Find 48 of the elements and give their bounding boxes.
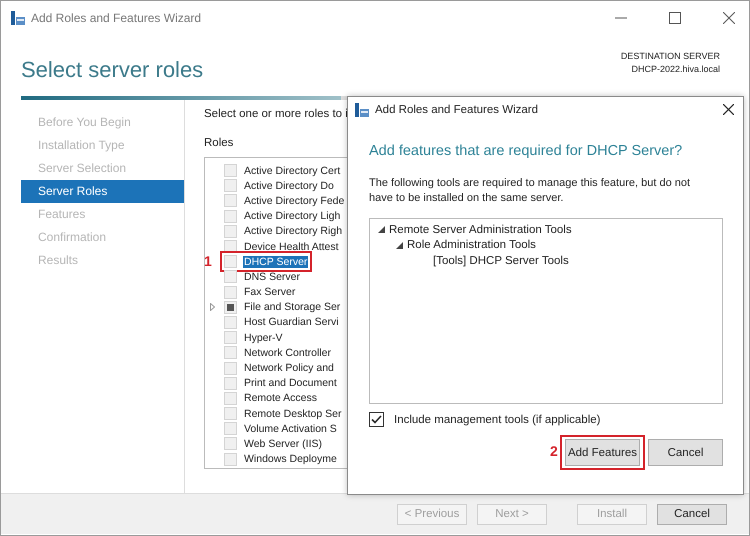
role-item[interactable]: Web Server (IIS) (243, 438, 323, 450)
expanded-icon[interactable] (378, 226, 385, 234)
checkbox[interactable] (369, 412, 384, 427)
server-wizard-icon (354, 102, 369, 116)
role-item[interactable]: Active Directory Fede (243, 194, 346, 207)
expanded-icon[interactable] (396, 242, 403, 249)
instruction-text: Select one or more roles to i (204, 108, 349, 120)
role-item[interactable]: Active Directory Righ (243, 225, 344, 238)
tree-item[interactable]: Role Administration Tools (407, 239, 536, 252)
role-item[interactable]: Active Directory Cert (243, 164, 342, 177)
dialog-button[interactable]: Cancel (648, 439, 723, 466)
expand-icon[interactable] (210, 303, 215, 312)
role-item[interactable]: DNS Server (243, 270, 302, 283)
role-item[interactable]: File and Storage Ser (243, 301, 342, 314)
dialog-button[interactable]: Add Features (565, 439, 640, 466)
server-wizard-icon (10, 11, 25, 25)
role-item[interactable]: Active Directory Do (243, 180, 335, 192)
step-number: 1 (204, 253, 212, 270)
role-item[interactable]: Active Directory Ligh (243, 210, 342, 222)
close-icon[interactable] (723, 12, 735, 24)
checkbox-label: Include management tools (if applicable) (394, 414, 600, 426)
role-item[interactable]: Volume Activation S (243, 422, 338, 435)
role-item[interactable]: Hyper-V (243, 332, 284, 344)
maximize-icon[interactable] (669, 12, 681, 24)
role-item[interactable]: Network Policy and (243, 362, 335, 374)
wizard-button[interactable]: Cancel (657, 504, 727, 524)
role-item[interactable]: DHCP Server (243, 256, 308, 268)
dialog-description: The following tools are required to manage this feature, but do not have to be installed on the same server. (369, 176, 692, 206)
tree-item[interactable]: [Tools] DHCP Server Tools (433, 254, 569, 267)
step-number: 2 (550, 443, 558, 459)
destination-server: DHCP-2022.hiva.local (631, 64, 720, 74)
dialog-heading: Add features that are required for DHCP Server? (369, 143, 684, 159)
destination-label: DESTINATION SERVER (620, 51, 720, 61)
role-item[interactable]: Host Guardian Servi (243, 316, 340, 328)
wizard-step[interactable]: Server Roles (21, 180, 184, 203)
page-title: Select server roles (21, 56, 204, 82)
dialog-title: Add Roles and Features Wizard (375, 104, 538, 116)
role-item[interactable]: Fax Server (243, 286, 296, 298)
role-item[interactable]: Print and Document (243, 377, 338, 390)
role-item[interactable]: Remote Access (243, 392, 318, 404)
role-item[interactable]: Windows Deployme (243, 453, 338, 466)
roles-label: Roles (204, 137, 234, 149)
role-item[interactable]: Network Controller (243, 346, 332, 359)
tree-item[interactable]: Remote Server Administration Tools (389, 224, 572, 236)
window-title: Add Roles and Features Wizard (31, 11, 202, 25)
close-icon[interactable] (723, 104, 734, 115)
role-item[interactable]: Device Health Attest (243, 240, 340, 253)
role-item[interactable]: Remote Desktop Ser (243, 408, 342, 420)
